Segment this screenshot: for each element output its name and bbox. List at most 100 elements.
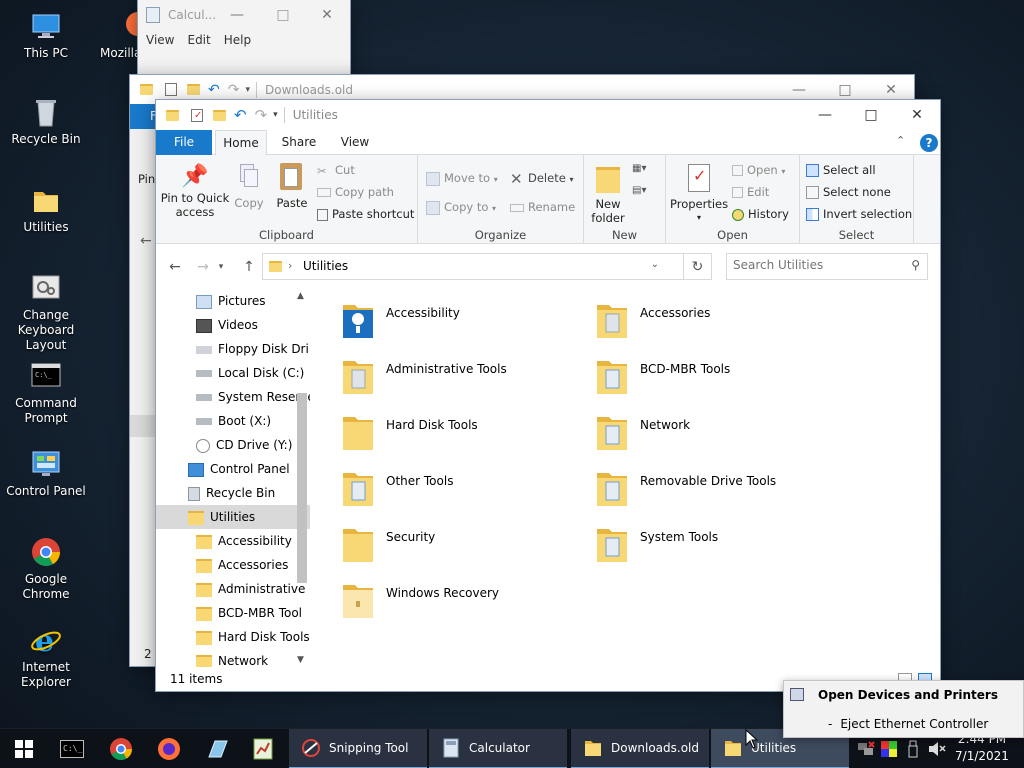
taskbar-app-crystal[interactable] xyxy=(193,729,241,768)
ribbon-collapse-icon[interactable]: ⌃ xyxy=(896,134,905,147)
tree-item-videos[interactable]: Videos xyxy=(156,313,310,337)
recent-locations-button[interactable]: ▾ xyxy=(214,253,228,280)
tree-item-control-panel[interactable]: Control Panel xyxy=(156,457,310,481)
taskbar-firefox[interactable] xyxy=(145,729,193,768)
navigation-pane[interactable]: Pictures Videos Floppy Disk Dri Local Di… xyxy=(156,289,310,667)
folder-item-bcd-mbr-tools[interactable]: BCD-MBR Tools xyxy=(594,355,814,407)
file-list[interactable]: Accessibility Accessories Administrative… xyxy=(316,289,936,669)
tree-item-local-disk[interactable]: Local Disk (C:) xyxy=(156,361,310,385)
refresh-button[interactable]: ↻ xyxy=(684,253,712,280)
pin-to-quick-access-button[interactable]: 📌 Pin to Quick access xyxy=(160,163,230,219)
desktop-icon-recycle-bin[interactable]: Recycle Bin xyxy=(0,96,92,147)
folder-item-hard-disk-tools[interactable]: Hard Disk Tools xyxy=(340,411,560,463)
history-button[interactable]: History xyxy=(732,207,789,221)
forward-button[interactable]: → xyxy=(190,253,216,280)
start-button[interactable] xyxy=(0,729,48,768)
minimize-button[interactable]: — xyxy=(214,0,260,30)
maximize-button[interactable]: □ xyxy=(848,100,894,130)
scroll-thumb[interactable] xyxy=(297,393,307,583)
open-devices-and-printers-item[interactable]: Open Devices and Printers xyxy=(784,681,1023,708)
easy-access-button[interactable]: ▤▾ xyxy=(632,185,656,201)
tab-file[interactable]: File xyxy=(156,130,212,155)
paste-shortcut-button[interactable]: Paste shortcut xyxy=(317,207,414,221)
minimize-button[interactable]: — xyxy=(802,100,848,130)
tree-item-system-reserved[interactable]: System Reserve xyxy=(156,385,310,409)
search-box[interactable]: ⚲ xyxy=(726,253,928,280)
tree-item-pictures[interactable]: Pictures xyxy=(156,289,310,313)
edit-button[interactable]: Edit xyxy=(732,185,769,199)
tab-home[interactable]: Home xyxy=(215,130,267,156)
open-button[interactable]: Open ▾ xyxy=(732,163,785,179)
delete-button[interactable]: ✕ Delete ▾ xyxy=(510,171,573,187)
folder-item-accessibility[interactable]: Accessibility xyxy=(340,299,560,351)
copy-to-button[interactable]: Copy to ▾ xyxy=(426,200,496,216)
tree-item-boot[interactable]: Boot (X:) xyxy=(156,409,310,433)
tree-item-administrative[interactable]: Administrative xyxy=(156,577,310,601)
help-button[interactable]: ? xyxy=(920,134,938,152)
maximize-button[interactable]: □ xyxy=(260,0,306,30)
explorer-window[interactable]: ✓ ↶ ↷ ▾ Utilities — □ ✕ File Home Share … xyxy=(156,100,940,691)
select-all-button[interactable]: Select all xyxy=(806,163,876,177)
calculator-window[interactable]: Calcul... — □ ✕ View Edit Help xyxy=(138,0,350,80)
desktop-icon-this-pc[interactable]: This PC xyxy=(0,10,92,61)
folder-item-removable-drive-tools[interactable]: Removable Drive Tools xyxy=(594,467,834,519)
invert-selection-button[interactable]: Invert selection xyxy=(806,207,912,221)
taskbar-snipping-tool[interactable]: Snipping Tool xyxy=(289,729,427,768)
menu-help[interactable]: Help xyxy=(224,33,251,47)
desktop-icon-utilities[interactable]: Utilities xyxy=(0,184,92,235)
tree-item-network[interactable]: Network xyxy=(156,649,310,667)
address-dropdown-icon[interactable]: ⌄ xyxy=(651,259,659,270)
cut-button[interactable]: ✂ Cut xyxy=(317,163,355,178)
up-button[interactable]: ↑ xyxy=(236,253,262,280)
taskbar-calculator[interactable]: Calculator xyxy=(429,729,567,768)
copy-button[interactable]: Copy xyxy=(230,163,268,210)
folder-item-system-tools[interactable]: System Tools xyxy=(594,523,814,575)
redo-icon[interactable]: ↷ xyxy=(255,106,268,124)
select-none-button[interactable]: Select none xyxy=(806,185,891,199)
search-input[interactable] xyxy=(733,258,903,272)
taskbar-command-prompt[interactable]: C:\_ xyxy=(48,729,96,768)
desktop-icon-command-prompt[interactable]: C:\_ Command Prompt xyxy=(0,360,92,426)
tree-item-accessories[interactable]: Accessories xyxy=(156,553,310,577)
rename-button[interactable]: Rename xyxy=(510,200,575,214)
tree-item-floppy-disk[interactable]: Floppy Disk Dri xyxy=(156,337,310,361)
paste-button[interactable]: Paste xyxy=(272,163,312,210)
taskbar-app-chart[interactable] xyxy=(239,729,287,768)
folder-item-security[interactable]: Security xyxy=(340,523,560,575)
move-to-button[interactable]: Move to ▾ xyxy=(426,171,498,187)
desktop-icon-control-panel[interactable]: Control Panel xyxy=(0,448,92,499)
folder-item-other-tools[interactable]: Other Tools xyxy=(340,467,560,519)
navigation-pane-scrollbar[interactable]: ▲ ▼ xyxy=(294,289,311,667)
undo-icon[interactable]: ↶ xyxy=(234,106,247,124)
taskbar-chrome[interactable] xyxy=(97,729,145,768)
desktop-icon-google-chrome[interactable]: Google Chrome xyxy=(0,536,92,602)
desktop-icon-firefox[interactable]: Mozilla xyxy=(84,10,150,61)
close-button[interactable]: ✕ xyxy=(304,0,350,30)
tree-item-cd-drive[interactable]: CD Drive (Y:) xyxy=(156,433,310,457)
new-folder-button[interactable]: New folder xyxy=(590,163,626,225)
tab-view[interactable]: View xyxy=(329,130,381,155)
scroll-down-icon[interactable]: ▼ xyxy=(297,655,304,665)
new-folder-quick-icon[interactable] xyxy=(213,109,226,121)
eject-ethernet-controller-item[interactable]: - Eject Ethernet Controller xyxy=(784,713,1023,735)
copy-path-button[interactable]: Copy path xyxy=(317,185,394,199)
tab-share[interactable]: Share xyxy=(273,130,325,155)
downloads-file-tab[interactable]: F xyxy=(130,104,157,129)
folder-item-accessories[interactable]: Accessories xyxy=(594,299,814,351)
taskbar-downloads-old[interactable]: Downloads.old xyxy=(571,729,709,768)
menu-edit[interactable]: Edit xyxy=(187,33,210,47)
desktop-icon-internet-explorer[interactable]: e Internet Explorer xyxy=(0,624,92,690)
close-button[interactable]: ✕ xyxy=(894,100,940,130)
menu-view[interactable]: View xyxy=(146,33,174,47)
tree-item-hard-disk-tools[interactable]: Hard Disk Tools xyxy=(156,625,310,649)
back-button[interactable]: ← xyxy=(162,253,188,280)
address-bar[interactable]: › Utilities ⌄ xyxy=(262,253,684,280)
desktop-icon-change-keyboard-layout[interactable]: Change Keyboard Layout xyxy=(0,272,92,353)
tree-item-utilities[interactable]: Utilities xyxy=(156,505,310,529)
breadcrumb[interactable]: Utilities xyxy=(303,259,348,273)
tree-item-recycle-bin[interactable]: Recycle Bin xyxy=(156,481,310,505)
tree-item-accessibility[interactable]: Accessibility xyxy=(156,529,310,553)
scroll-up-icon[interactable]: ▲ xyxy=(297,291,304,301)
properties-button[interactable]: ✓ Properties ▾ xyxy=(670,163,728,225)
new-item-button[interactable]: ▦▾ xyxy=(632,163,656,179)
